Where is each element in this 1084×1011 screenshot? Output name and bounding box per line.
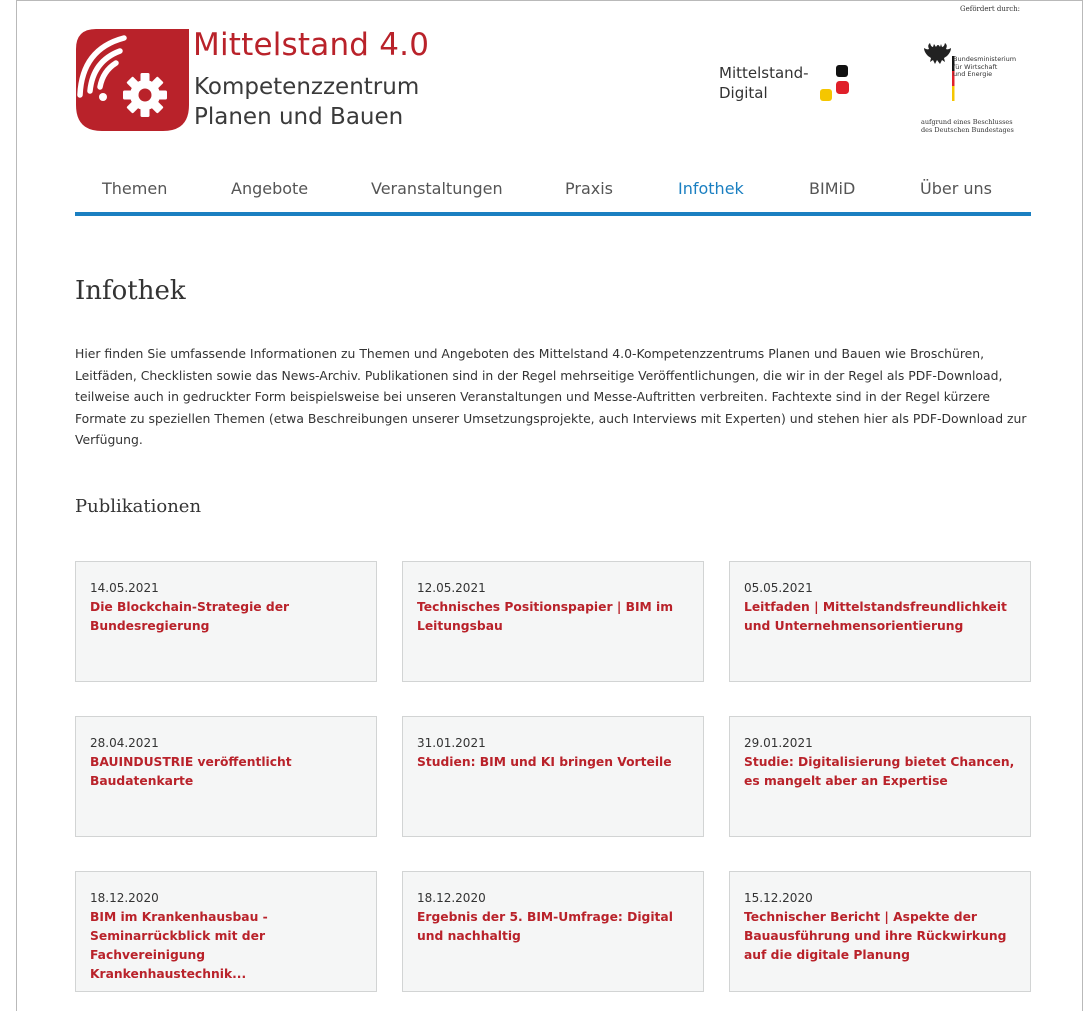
nav-item-infothek[interactable]: Infothek [678, 179, 744, 198]
card-title-link[interactable]: BIM im Krankenhausbau - Seminarrückblick… [90, 908, 362, 984]
nav-item-angebote[interactable]: Angebote [231, 179, 308, 198]
publication-card[interactable]: 05.05.2021 Leitfaden | Mittelstandsfreun… [729, 561, 1031, 682]
card-title-link[interactable]: Studie: Digitalisierung bietet Chancen, … [744, 753, 1016, 791]
ministry-name: Bundesministerium für Wirtschaft und Ene… [953, 55, 1016, 79]
intro-paragraph: Hier finden Sie umfassende Informationen… [75, 346, 1027, 447]
card-date: 14.05.2021 [90, 581, 159, 595]
card-date: 18.12.2020 [90, 891, 159, 905]
card-date: 05.05.2021 [744, 581, 813, 595]
card-date: 31.01.2021 [417, 736, 486, 750]
card-title-link[interactable]: Die Blockchain-Strategie der Bundesregie… [90, 598, 362, 636]
card-date: 18.12.2020 [417, 891, 486, 905]
federal-eagle-flag-icon [924, 43, 955, 101]
publication-card[interactable]: 28.04.2021 BAUINDUSTRIE veröffentlicht B… [75, 716, 377, 837]
nav-item-themen[interactable]: Themen [102, 179, 167, 198]
brand-subtitle-line1: Kompetenzzentrum [194, 74, 420, 100]
page-title: Infothek [75, 276, 186, 306]
resolution-line1: aufgrund eines Beschlusses [921, 118, 1013, 126]
md-line1: Mittelstand- [719, 64, 809, 82]
mittelstand-digital-dots-icon [820, 65, 849, 101]
publication-card[interactable]: 12.05.2021 Technisches Positionspapier |… [402, 561, 704, 682]
nav-item-bimid[interactable]: BIMiD [809, 179, 855, 198]
page-frame: Mittelstand 4.0 Kompetenzzentrum Planen … [16, 0, 1083, 1011]
card-title-link[interactable]: Technischer Bericht | Aspekte der Bauaus… [744, 908, 1016, 965]
card-date: 15.12.2020 [744, 891, 813, 905]
publication-card[interactable]: 18.12.2020 BIM im Krankenhausbau - Semin… [75, 871, 377, 992]
nav-item-praxis[interactable]: Praxis [565, 179, 613, 198]
nav-item-ueber-uns[interactable]: Über uns [920, 179, 992, 198]
section-title-publikationen: Publikationen [75, 496, 202, 517]
resolution-line2: des Deutschen Bundestages [921, 126, 1014, 134]
publication-card[interactable]: 18.12.2020 Ergebnis der 5. BIM-Umfrage: … [402, 871, 704, 992]
brand-subtitle-line2: Planen und Bauen [194, 104, 404, 130]
mittelstand-digital-logo-text[interactable]: Mittelstand- Digital [719, 63, 809, 103]
card-date: 29.01.2021 [744, 736, 813, 750]
card-date: 28.04.2021 [90, 736, 159, 750]
card-title-link[interactable]: Ergebnis der 5. BIM-Umfrage: Digital und… [417, 908, 689, 946]
card-title-link[interactable]: BAUINDUSTRIE veröffentlicht Baudatenkart… [90, 753, 362, 791]
funded-by-label: Gefördert durch: [960, 5, 1021, 13]
md-line2: Digital [719, 84, 768, 102]
ministry-line3: und Energie [953, 70, 993, 78]
publication-card[interactable]: 31.01.2021 Studien: BIM und KI bringen V… [402, 716, 704, 837]
card-title-link[interactable]: Technisches Positionspapier | BIM im Lei… [417, 598, 689, 636]
card-date: 12.05.2021 [417, 581, 486, 595]
main-navigation: Themen Angebote Veranstaltungen Praxis I… [75, 173, 1031, 216]
brand-title: Mittelstand 4.0 [193, 27, 430, 63]
bundestag-resolution-note: aufgrund eines Beschlusses des Deutschen… [921, 118, 1014, 134]
publication-card[interactable]: 14.05.2021 Die Blockchain-Strategie der … [75, 561, 377, 682]
publication-card[interactable]: 29.01.2021 Studie: Digitalisierung biete… [729, 716, 1031, 837]
brand-subtitle: Kompetenzzentrum Planen und Bauen [194, 72, 419, 132]
nav-item-veranstaltungen[interactable]: Veranstaltungen [371, 179, 503, 198]
card-title-link[interactable]: Leitfaden | Mittelstandsfreundlichkeit u… [744, 598, 1016, 636]
card-title-link[interactable]: Studien: BIM und KI bringen Vorteile [417, 753, 689, 772]
kompetenzzentrum-logo-icon[interactable] [76, 29, 189, 131]
publication-card[interactable]: 15.12.2020 Technischer Bericht | Aspekte… [729, 871, 1031, 992]
